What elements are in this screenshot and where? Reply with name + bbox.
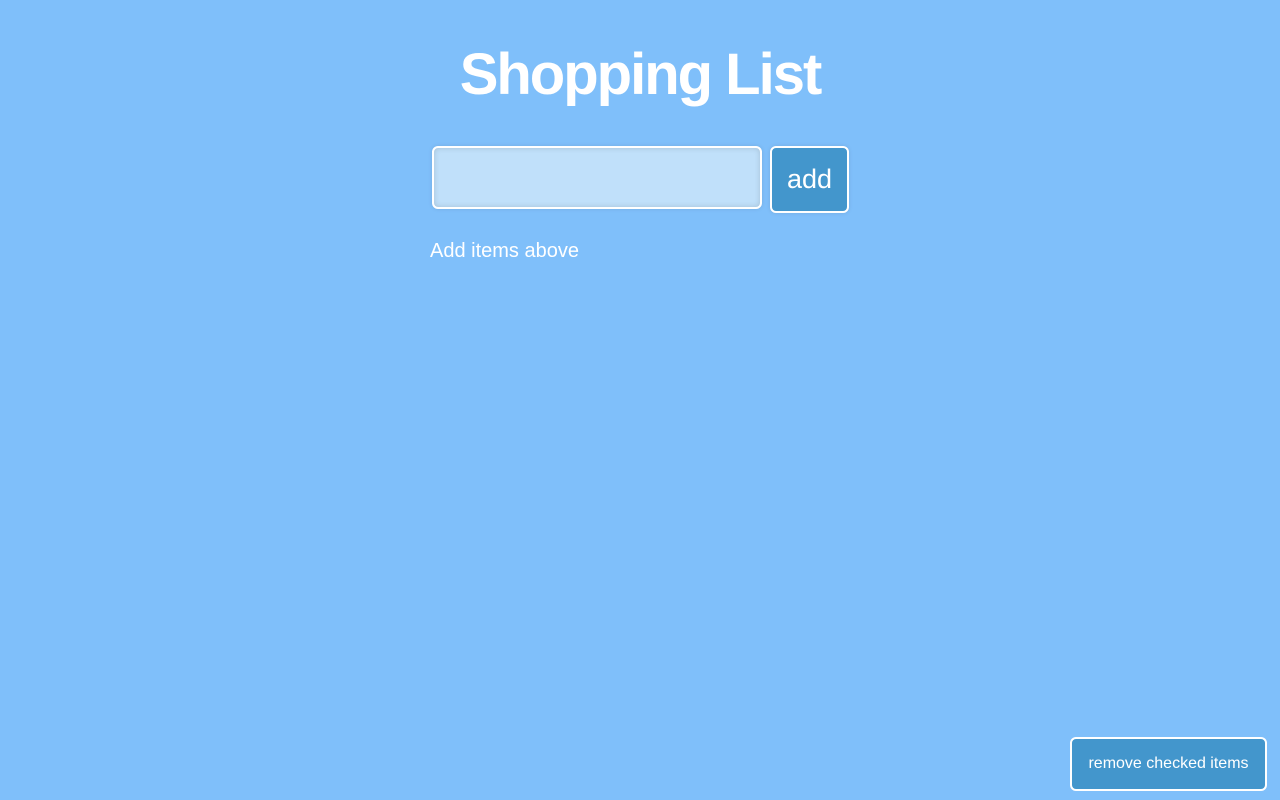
- empty-list-message: Add items above: [430, 240, 579, 262]
- item-input[interactable]: [432, 146, 762, 209]
- add-button[interactable]: add: [770, 146, 849, 213]
- page-title: Shopping List: [459, 42, 823, 107]
- remove-checked-items-button[interactable]: remove checked items: [1070, 737, 1267, 791]
